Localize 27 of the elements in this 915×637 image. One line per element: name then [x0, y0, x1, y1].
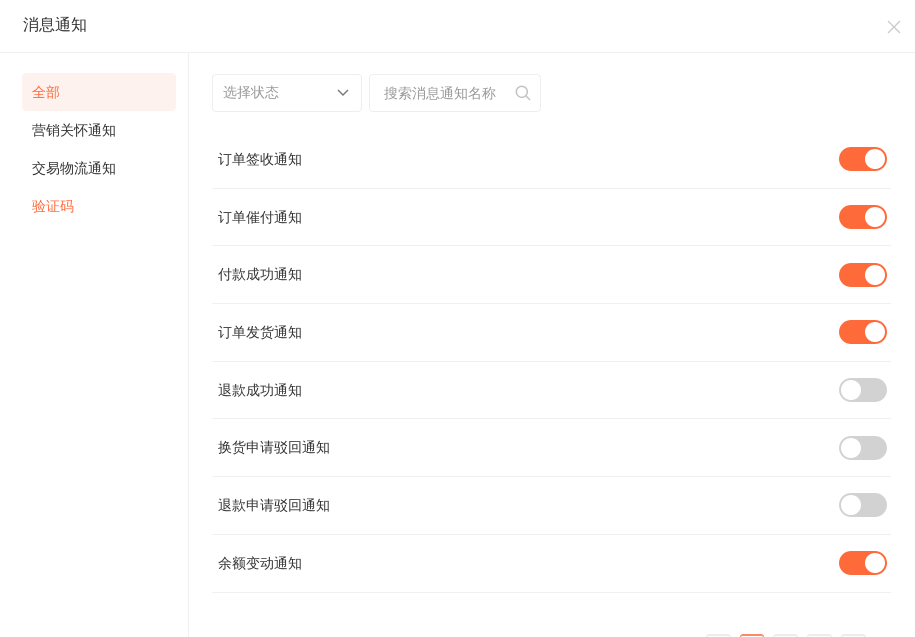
close-icon[interactable] [887, 20, 901, 34]
dialog-title: 消息通知 [23, 16, 87, 36]
notification-name: 订单催付通知 [218, 208, 302, 227]
sidebar-item[interactable]: 验证码 [22, 187, 176, 225]
notification-name: 换货申请驳回通知 [218, 438, 330, 458]
page-button[interactable] [740, 634, 764, 637]
status-select[interactable]: 选择状态 [212, 74, 362, 112]
toggle-switch[interactable] [839, 551, 887, 576]
notification-name: 退款成功通知 [218, 380, 302, 400]
notification-name: 付款成功通知 [218, 265, 302, 284]
notification-name: 余额变动通知 [218, 554, 302, 573]
search-field[interactable]: 搜索消息通知名称 [369, 74, 541, 112]
toggle-switch[interactable] [839, 493, 887, 518]
sidebar-item[interactable]: 交易物流通知 [22, 149, 176, 187]
toggle-switch[interactable] [839, 147, 887, 172]
chevron-down-icon [337, 89, 349, 96]
toggle-switch[interactable] [839, 436, 887, 460]
toggle-switch[interactable] [839, 205, 887, 230]
notification-name: 订单签收通知 [218, 150, 302, 169]
sidebar-item[interactable]: 营销关怀通知 [22, 111, 176, 149]
toggle-switch[interactable] [839, 378, 887, 402]
sidebar-item[interactable]: 全部 [22, 73, 176, 111]
notification-name: 退款申请驳回通知 [218, 496, 330, 515]
notification-name: 订单发货通知 [218, 322, 302, 342]
search-icon [515, 85, 531, 101]
toggle-switch[interactable] [839, 320, 887, 344]
toggle-switch[interactable] [839, 262, 887, 287]
